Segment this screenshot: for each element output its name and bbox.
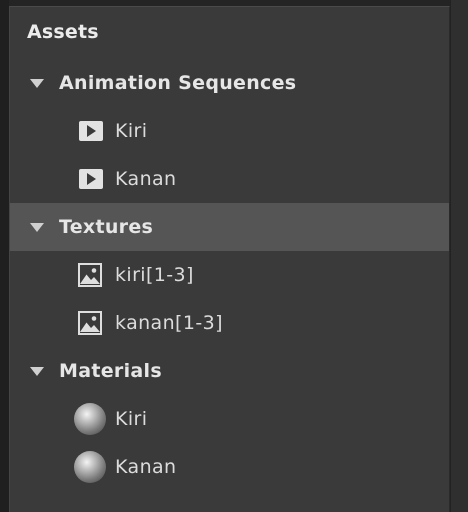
image-icon	[78, 263, 102, 287]
chevron-down-icon[interactable]	[30, 78, 44, 88]
asset-item-label: kanan[1-3]	[115, 312, 223, 334]
chevron-down-icon[interactable]	[30, 366, 44, 376]
material-sphere-icon	[74, 403, 106, 435]
asset-item-label: Kanan	[115, 168, 177, 190]
material-sphere-icon	[74, 451, 106, 483]
asset-item-texture-kanan[interactable]: kanan[1-3]	[10, 299, 449, 347]
assets-panel: Assets Animation Sequences Kiri Kanan Te…	[9, 6, 450, 512]
asset-item-animation-kanan[interactable]: Kanan	[10, 155, 449, 203]
group-label: Materials	[59, 360, 162, 382]
chevron-down-icon[interactable]	[30, 222, 44, 232]
group-materials[interactable]: Materials	[10, 347, 449, 395]
sequence-play-icon	[79, 169, 103, 189]
asset-item-material-kanan[interactable]: Kanan	[10, 443, 449, 491]
asset-item-material-kiri[interactable]: Kiri	[10, 395, 449, 443]
asset-item-label: Kiri	[115, 120, 148, 142]
asset-item-label: Kanan	[115, 456, 177, 478]
asset-item-label: kiri[1-3]	[115, 264, 194, 286]
sequence-play-icon	[79, 121, 103, 141]
asset-item-texture-kiri[interactable]: kiri[1-3]	[10, 251, 449, 299]
image-icon	[78, 311, 102, 335]
right-panel-edge	[450, 0, 468, 512]
asset-item-label: Kiri	[115, 408, 148, 430]
panel-title: Assets	[27, 21, 99, 43]
asset-item-animation-kiri[interactable]: Kiri	[10, 107, 449, 155]
group-textures[interactable]: Textures	[10, 203, 449, 251]
group-label: Textures	[59, 216, 154, 238]
group-animation-sequences[interactable]: Animation Sequences	[10, 59, 449, 107]
group-label: Animation Sequences	[59, 72, 297, 94]
